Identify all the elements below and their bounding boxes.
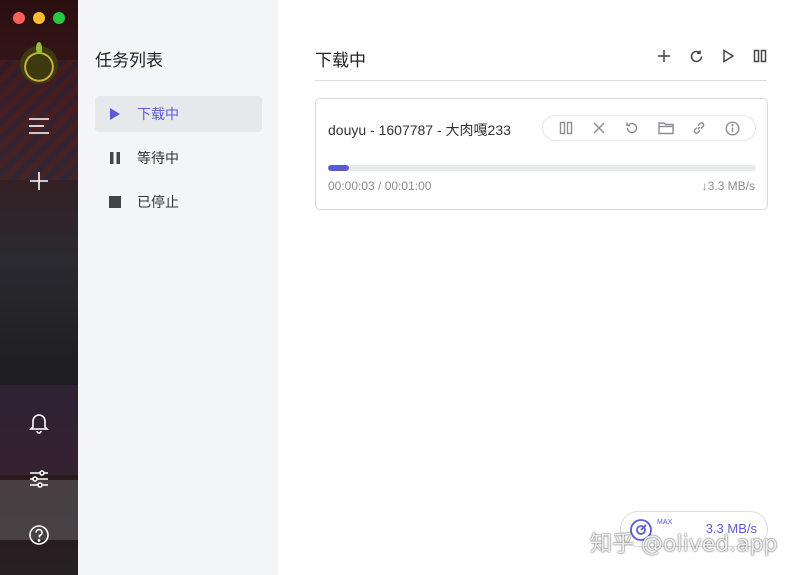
window-close-button[interactable] — [13, 12, 25, 24]
speedometer-max-label: MAX — [657, 519, 673, 526]
sidebar-item-label: 等待中 — [137, 150, 179, 166]
watermark: 知乎 @olived.app — [590, 532, 778, 557]
restart-icon[interactable] — [622, 118, 642, 138]
task-actions — [542, 115, 756, 141]
task-download-speed: ↓3.3 MB/s — [701, 179, 755, 193]
info-icon[interactable] — [722, 118, 742, 138]
pause-icon[interactable] — [556, 118, 576, 138]
pause-icon — [107, 150, 123, 166]
page-title: 下载中 — [315, 51, 366, 70]
window-minimize-button[interactable] — [33, 12, 45, 24]
refresh-icon[interactable] — [686, 44, 706, 68]
stop-icon — [107, 194, 123, 210]
pause-all-icon[interactable] — [750, 44, 770, 68]
help-icon[interactable] — [24, 520, 54, 550]
sidebar-title: 任务列表 — [95, 51, 163, 70]
add-task-icon[interactable] — [24, 166, 54, 196]
header-divider — [315, 80, 767, 81]
task-list-sidebar: 任务列表 下载中 等待中 已停止 — [78, 0, 278, 575]
task-card[interactable]: douyu - 1607787 - 大肉嘎233 00:00:03 / 00:0… — [315, 98, 768, 210]
add-icon[interactable] — [654, 44, 674, 68]
window-zoom-button[interactable] — [53, 12, 65, 24]
task-name: douyu - 1607787 - 大肉嘎233 — [328, 122, 511, 138]
sidebar-item-downloading[interactable]: 下载中 — [95, 96, 262, 132]
task-progress-bar — [328, 165, 756, 171]
main-panel: 下载中 douyu - 1607787 - 大肉嘎233 00:00:03 / … — [278, 0, 804, 575]
sidebar-item-waiting[interactable]: 等待中 — [95, 140, 262, 176]
link-icon[interactable] — [689, 118, 709, 138]
task-progress-fill — [328, 165, 350, 171]
task-elapsed-time: 00:00:03 / 00:01:00 — [328, 179, 432, 193]
task-toolbar — [654, 44, 770, 68]
app-rail — [0, 0, 78, 575]
resume-all-icon[interactable] — [718, 44, 738, 68]
play-icon — [107, 106, 123, 122]
menu-icon[interactable] — [24, 111, 54, 141]
bell-icon[interactable] — [24, 408, 54, 438]
sidebar-item-stopped[interactable]: 已停止 — [95, 184, 262, 220]
close-icon[interactable] — [589, 118, 609, 138]
folder-icon[interactable] — [656, 118, 676, 138]
sliders-icon[interactable] — [24, 464, 54, 494]
app-logo-leaf — [36, 42, 42, 54]
sidebar-item-label: 下载中 — [137, 106, 179, 122]
sidebar-item-label: 已停止 — [137, 194, 179, 210]
